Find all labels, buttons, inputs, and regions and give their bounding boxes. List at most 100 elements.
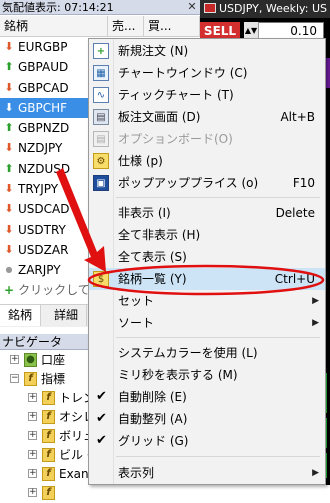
navigator-node[interactable]: + f ビル・ (0, 446, 100, 465)
indicators-icon: f (24, 372, 37, 386)
expand-icon[interactable]: + (28, 431, 37, 440)
menu-item[interactable]: ミリ秒を表示する (M) (89, 364, 325, 386)
menu-item-label: 銘柄一覧 (Y) (118, 272, 187, 286)
add-symbol-row[interactable]: +クリックして追加 (0, 280, 100, 300)
menu-item[interactable]: $ 銘柄一覧 (Y) Ctrl+U (89, 268, 325, 290)
menu-item[interactable]: ▦ チャートウインドウ (C) (89, 62, 325, 84)
expand-icon[interactable]: + (28, 412, 37, 421)
column-header-symbol[interactable]: 銘柄 (0, 16, 108, 36)
navigator-node[interactable]: + ● 口座 (0, 351, 100, 370)
arrow-up-icon: ⬆ (4, 121, 14, 135)
expand-icon[interactable]: + (28, 393, 37, 402)
popup-prices-icon: ▣ (93, 175, 109, 191)
menu-item-shortcut: Delete (275, 206, 315, 220)
menu-item-label: 新規注文 (N) (118, 44, 189, 58)
order-board-icon: ▤ (93, 109, 109, 125)
menu-item[interactable]: + 新規注文 (N) (89, 40, 325, 62)
dot-icon: ● (5, 265, 13, 275)
menu-item-label: ソート (118, 316, 155, 330)
arrow-down-icon: ⬇ (4, 242, 14, 256)
navigator-node[interactable]: − f 指標 (0, 370, 100, 389)
navigator-tree: + ● 口座 − f 指標 + f トレン + f オシレ + f ボリュ + f ビル・ + f Exan + f (0, 351, 100, 503)
navigator-node[interactable]: + f トレン (0, 389, 100, 408)
symbol-name: GBPCHF (18, 100, 68, 115)
menu-item-label: グリッド (G) (118, 434, 189, 448)
navigator-node[interactable]: + f オシレ (0, 408, 100, 427)
menu-item[interactable]: システムカラーを使用 (L) (89, 342, 325, 364)
checkmark-icon: ✔ (96, 433, 107, 448)
menu-item[interactable]: ✔ グリッド (G) (89, 430, 325, 452)
menu-item[interactable]: セット ▶ (89, 290, 325, 312)
menu-item-label: 非表示 (I) (118, 206, 171, 220)
menu-separator (116, 337, 320, 338)
navigator-node[interactable]: + f (0, 484, 100, 503)
arrow-down-icon: ⬇ (4, 141, 14, 155)
symbol-name: GBPAUD (18, 60, 69, 75)
symbol-name: USDTRY (18, 222, 66, 237)
menu-item[interactable]: ✔ 自動削除 (E) (89, 386, 325, 408)
chart-tab[interactable]: USDJPY, Weekly: US (200, 0, 330, 18)
menu-item[interactable]: 表示列 ▶ (89, 462, 325, 484)
expand-icon[interactable]: + (28, 488, 37, 497)
menu-item-label: セット (118, 294, 155, 308)
symbols-icon: $ (93, 271, 109, 287)
checkmark-icon: ✔ (96, 411, 107, 426)
arrow-up-icon: ⬆ (4, 60, 14, 74)
symbol-name: ZARJPY (18, 263, 61, 278)
plus-icon: + (4, 283, 15, 297)
menu-item-label: チャートウインドウ (C) (118, 66, 248, 80)
menu-item-label: 板注文画面 (D) (118, 110, 201, 124)
new-order-icon: + (93, 43, 109, 59)
menu-item-shortcut: Alt+B (280, 110, 315, 124)
expand-icon[interactable]: + (10, 355, 19, 364)
navigator-node[interactable]: + f ボリュ (0, 427, 100, 446)
chart-tab-title: USDJPY, Weekly: US (219, 2, 327, 15)
menu-item[interactable]: ▤ 板注文画面 (D) Alt+B (89, 106, 325, 128)
indicator-folder-icon: f (42, 410, 55, 424)
menu-item[interactable]: ✔ 自動整列 (A) (89, 408, 325, 430)
tab-details[interactable]: 詳細 (46, 305, 88, 326)
menu-item-shortcut: F10 (292, 176, 315, 190)
menu-item: ▤ オプションボード(O) (89, 128, 325, 150)
menu-separator (116, 456, 320, 457)
chart-flag-icon (204, 3, 216, 13)
indicator-folder-icon: f (42, 448, 55, 462)
navigator-node[interactable]: + f Exan (0, 465, 100, 484)
menu-item-label: ティックチャート (T) (118, 88, 234, 102)
symbol-name: USDCAD (18, 202, 70, 217)
menu-item[interactable]: 全て表示 (S) (89, 246, 325, 268)
symbol-name: NZDUSD (18, 161, 71, 176)
menu-item[interactable]: ▣ ポップアッププライス (o) F10 (89, 172, 325, 194)
menu-item[interactable]: ⚙ 仕様 (p) (89, 150, 325, 172)
menu-item[interactable]: 非表示 (I) Delete (89, 202, 325, 224)
menu-item-label: 全て非表示 (H) (118, 228, 201, 242)
menu-item[interactable]: 全て非表示 (H) (89, 224, 325, 246)
expand-icon[interactable]: + (28, 450, 37, 459)
menu-item-label: 自動削除 (E) (118, 390, 187, 404)
tab-symbols[interactable]: 銘柄 (0, 305, 42, 326)
symbol-name: NZDJPY (18, 141, 63, 156)
expand-icon[interactable]: + (28, 469, 37, 478)
collapse-icon[interactable]: − (10, 374, 19, 383)
chart-window-icon: ▦ (93, 65, 109, 81)
menu-item-label: 仕様 (p) (118, 154, 163, 168)
menu-item[interactable]: ソート ▶ (89, 312, 325, 334)
column-header-ask[interactable]: 買... (144, 16, 200, 36)
menu-item[interactable]: ∿ ティックチャート (T) (89, 84, 325, 106)
menu-item-label: 表示列 (118, 466, 155, 480)
checkmark-icon: ✔ (96, 389, 107, 404)
market-watch-title: 気配値表示: 07:14:21 (0, 0, 200, 15)
close-icon[interactable]: ✕ (186, 1, 198, 13)
arrow-up-icon: ⬆ (4, 161, 14, 175)
symbol-name: TRYJPY (18, 182, 59, 197)
submenu-arrow-icon: ▶ (312, 318, 319, 328)
accounts-icon: ● (24, 353, 37, 367)
menu-separator (116, 197, 320, 198)
column-header-bid[interactable]: 売... (108, 16, 144, 36)
menu-item-label: 自動整列 (A) (118, 412, 188, 426)
navigator-node-label: Exan (59, 467, 89, 481)
market-watch-tabs: 銘柄 詳細 (0, 304, 100, 327)
option-board-icon: ▤ (93, 131, 109, 147)
submenu-arrow-icon: ▶ (312, 468, 319, 478)
symbol-name: USDZAR (18, 242, 69, 257)
